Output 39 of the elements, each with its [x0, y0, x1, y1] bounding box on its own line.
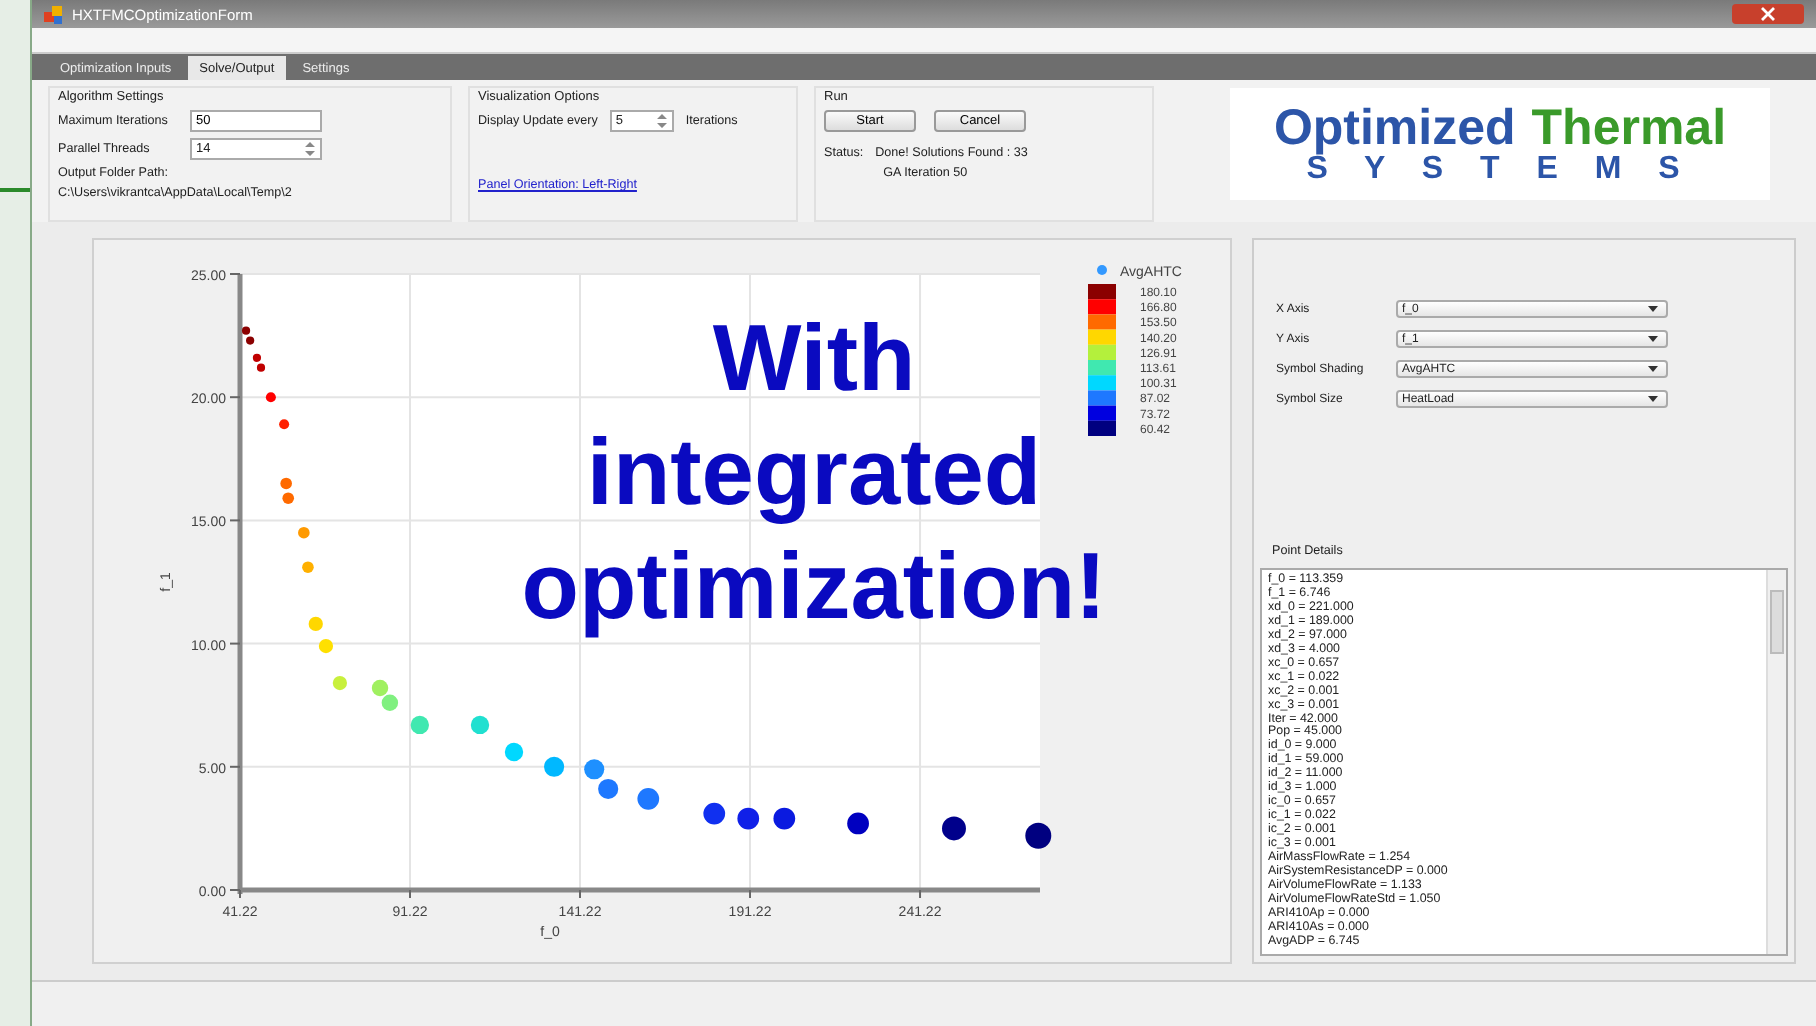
data-point	[584, 759, 605, 780]
data-point	[737, 807, 760, 830]
logo-text: Thermal	[1531, 103, 1727, 153]
data-point	[381, 694, 399, 711]
scrollbar[interactable]	[1766, 570, 1786, 954]
data-point	[410, 715, 429, 735]
data-point	[318, 638, 334, 654]
data-point	[773, 807, 796, 830]
data-point	[298, 526, 310, 539]
data-point	[847, 812, 869, 835]
overlay-caption: With	[712, 302, 916, 414]
data-point	[1025, 822, 1052, 849]
details-textbox[interactable]	[1260, 568, 1788, 956]
data-point	[302, 561, 314, 574]
data-point	[637, 787, 660, 810]
legend-dot	[1097, 265, 1107, 275]
data-point	[703, 802, 726, 825]
overlay-caption: optimization!	[521, 530, 1107, 642]
data-point	[942, 816, 966, 841]
caret-icon	[1648, 306, 1658, 312]
data-point	[279, 419, 290, 430]
data-point	[598, 778, 619, 800]
overlay-caption: integrated	[586, 416, 1042, 528]
logo-text: Optimized	[1273, 103, 1516, 153]
logo-text: S Y S T E M S	[1306, 153, 1694, 185]
caret-icon	[1648, 336, 1658, 342]
spin-arrows-icon[interactable]	[304, 140, 316, 158]
data-point	[308, 616, 323, 631]
data-point	[265, 392, 276, 403]
close-button[interactable]	[1732, 4, 1804, 24]
caret-icon	[1648, 396, 1658, 402]
data-point	[504, 742, 524, 762]
data-point	[371, 679, 389, 697]
data-point	[544, 756, 565, 777]
app-icon	[44, 5, 64, 23]
caret-icon	[1648, 366, 1658, 372]
data-point	[332, 675, 347, 691]
data-point	[470, 715, 490, 735]
spin-arrows-icon[interactable]	[655, 112, 668, 130]
